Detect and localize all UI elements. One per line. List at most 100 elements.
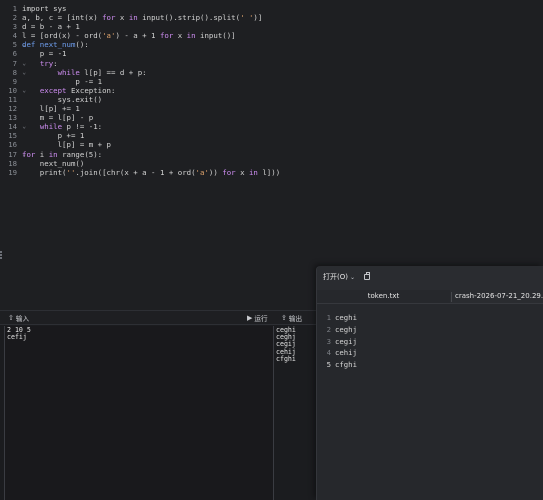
line-number: 13 (0, 113, 20, 122)
code-token: p = -1 (22, 49, 67, 59)
line-number-text: 4 (12, 31, 17, 41)
tab-crash-log[interactable]: crash-2026-07-21_20.29.5 (455, 290, 543, 303)
code-token: in (248, 167, 258, 177)
file-line[interactable]: 3 cegij (317, 336, 543, 348)
code-token: a, b, c = [int(x) (22, 13, 103, 23)
line-number: 17 ⌄ (0, 149, 26, 159)
line-number: 7 ⌄ (0, 58, 26, 68)
code-line[interactable]: l[p] = m + p (22, 140, 543, 149)
file-line[interactable]: 1 ceghi (317, 312, 543, 324)
code-line[interactable]: m = l[p] - p (22, 113, 543, 122)
code-line[interactable]: d = b - a + 1 (22, 22, 543, 31)
code-line[interactable]: import sys (22, 4, 543, 13)
code-token: x (115, 13, 129, 23)
tab-token-txt[interactable]: token.txt (317, 290, 450, 303)
line-number: 12 (0, 104, 20, 113)
run-button[interactable]: ▶ 运行 (247, 313, 268, 323)
io-toolbar: ⇧ 输入 ▶ 运行 ⇪ 输出 (0, 311, 316, 325)
panel-resize-handle[interactable] (0, 250, 5, 260)
output-label: 输出 (288, 315, 303, 323)
run-label: 运行 (254, 315, 268, 323)
code-token: next_num (35, 40, 76, 50)
file-content[interactable]: 1 ceghi 2 ceghj 3 cegij 4 cehij 5 cfghi (317, 308, 543, 500)
file-line-text: ceghj (335, 324, 357, 334)
line-number-text: 2 (12, 13, 17, 23)
line-number-text: 7 (12, 58, 17, 68)
output-tab[interactable]: ⇪ 输出 (281, 313, 302, 323)
code-token: l[p] += 1 (22, 104, 80, 114)
code-token: l])) (257, 167, 281, 177)
line-number-gutter: 1 2 3 4 5 ⌄ 6 7 ⌄ 8 ⌄ 9 10 ⌄ 11 12 13 14 ⌄ 15 16 17 ⌄ 18 19 (0, 4, 26, 177)
code-line[interactable]: for i in range(5): (22, 150, 543, 159)
chevron-down-icon: ⌄ (349, 273, 356, 281)
code-line[interactable]: sys.exit() (22, 95, 543, 104)
line-number: 9 (0, 77, 20, 86)
line-number-text: 1 (12, 4, 17, 13)
code-token: l = [ord(x) - ord( (22, 31, 103, 41)
file-line-text: cegij (335, 336, 357, 346)
code-line[interactable]: a, b, c = [int(x) for x in input().strip… (22, 13, 543, 22)
code-line[interactable]: p += 1 (22, 131, 543, 140)
line-number: 8 ⌄ (0, 68, 26, 77)
code-token: p -= 1 (22, 76, 103, 86)
file-line-number: 2 (326, 324, 331, 334)
code-line[interactable]: except Exception: (22, 86, 543, 95)
code-token: Exception: (66, 85, 116, 95)
output-text: ceghi ceghj cegij cehij cfghi (276, 326, 296, 363)
code-token: ' ' (240, 13, 254, 23)
line-number: 5 ⌄ (0, 40, 26, 49)
code-token: 'a' (102, 31, 116, 41)
open-menu-button[interactable]: 打开(O) ⌄ (323, 272, 355, 282)
code-token: range(5): (57, 149, 103, 159)
code-token: p != -1: (62, 122, 103, 132)
file-line[interactable]: 5 cfghi (317, 359, 543, 371)
code-token: in (128, 13, 138, 23)
code-token: i (35, 149, 49, 159)
line-number-text: 17 (8, 149, 17, 159)
file-line-number: 5 (326, 360, 331, 370)
code-line[interactable]: p -= 1 (22, 77, 543, 86)
share-icon: ⇪ (281, 314, 287, 322)
code-token: for (22, 149, 36, 159)
input-textarea[interactable]: 2 10 5 cefij (4, 326, 274, 500)
code-token: : (53, 58, 58, 68)
pin-icon[interactable] (364, 272, 370, 280)
code-token: for (102, 13, 116, 23)
code-token: def (22, 40, 36, 50)
io-panel: ⇧ 输入 ▶ 运行 ⇪ 输出 2 10 5 cefij ceghi ceghj … (0, 310, 316, 500)
code-token: next_num() (22, 158, 85, 168)
code-token: in (186, 31, 196, 41)
code-line[interactable]: l[p] += 1 (22, 104, 543, 113)
code-line[interactable]: print(''.join([chr(x + a - 1 + ord('a'))… (22, 168, 543, 177)
input-tab[interactable]: ⇧ 输入 (8, 313, 29, 323)
line-number-text: 13 (8, 113, 17, 123)
code-line[interactable]: try: (22, 59, 543, 68)
line-number: 10 ⌄ (0, 86, 26, 95)
code-line[interactable]: def next_num(): (22, 40, 543, 49)
file-line[interactable]: 4 cehij (317, 347, 543, 359)
code-token: ) - a + 1 (115, 31, 160, 41)
line-number: 14 ⌄ (0, 122, 26, 132)
file-tabs: token.txt crash-2026-07-21_20.29.5 (317, 288, 543, 304)
file-line[interactable]: 2 ceghj (317, 324, 543, 336)
file-viewer-panel: 打开(O) ⌄ token.txt crash-2026-07-21_20.29… (316, 266, 543, 500)
code-line[interactable]: p = -1 (22, 49, 543, 58)
code-line[interactable]: while l[p] == d + p: (22, 68, 543, 77)
code-token: )) (208, 167, 223, 177)
code-token: l[p] == d + p: (79, 67, 147, 77)
code-area[interactable]: import sys a, b, c = [int(x) for x in inp… (22, 4, 543, 177)
code-token: p += 1 (22, 131, 85, 141)
code-line[interactable]: while p != -1: (22, 122, 543, 131)
line-number-text: 6 (12, 49, 17, 59)
code-line[interactable]: l = [ord(x) - ord('a') - a + 1 for x in … (22, 31, 543, 40)
code-line[interactable]: next_num() (22, 159, 543, 168)
play-icon: ▶ (247, 314, 253, 322)
tab-divider (451, 292, 452, 302)
code-token: x (235, 167, 249, 177)
line-number: 4 (0, 31, 20, 40)
code-token: l[p] = m + p (22, 140, 111, 150)
line-number-text: 14 (8, 122, 17, 132)
code-token: d = b - a + 1 (22, 22, 80, 32)
